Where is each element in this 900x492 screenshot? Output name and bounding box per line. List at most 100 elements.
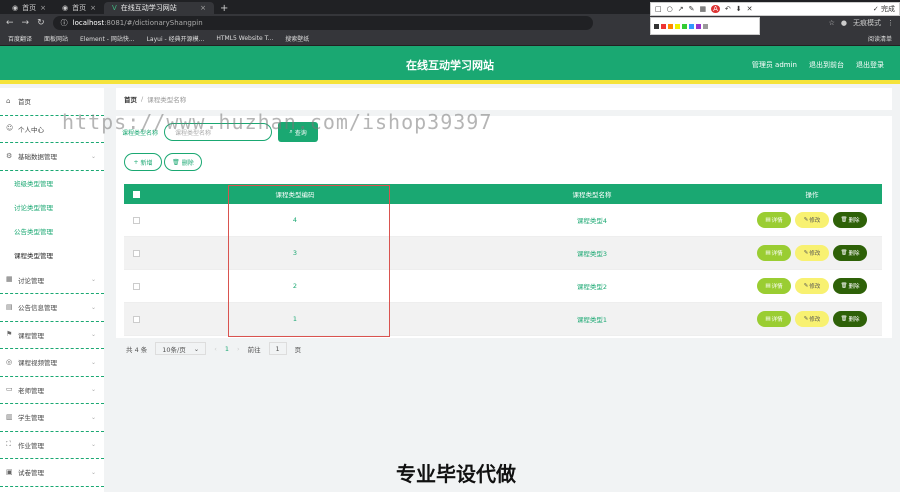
home-icon: ⌂ [6, 96, 11, 105]
page-suffix: 页 [294, 345, 302, 354]
browser-tab[interactable]: ◉ 首页 × [54, 2, 104, 14]
detail-button[interactable]: ▤ 详情 [757, 212, 791, 228]
back-icon[interactable]: ← [6, 18, 14, 28]
detail-icon: ▤ [765, 316, 771, 322]
sidebar-item[interactable]: 讨论类型管理 [0, 195, 104, 219]
color-swatch[interactable] [682, 23, 687, 29]
bookmark-item[interactable]: 百度翻译 [8, 34, 32, 43]
profile-icon[interactable]: ● [841, 19, 847, 27]
color-swatch[interactable] [696, 23, 701, 29]
batch-delete-button[interactable]: 🗑 删除 [164, 153, 202, 171]
chevron-down-icon: ⌄ [90, 413, 96, 421]
reload-icon[interactable]: ↻ [37, 18, 45, 28]
bookmark-item[interactable]: 搜索壁纸 [285, 34, 309, 43]
url-field[interactable]: ⓘ localhost:8081/#/dictionaryShangpin [52, 16, 593, 30]
sidebar-item[interactable]: ▥ 学生管理 ⌄ [0, 404, 104, 432]
main-content: 首页 / 课程类型名称 课程类型名称 课程类型名称 ⌕ 查询 + 新增 🗑 删除 课程… [116, 88, 892, 355]
row-checkbox[interactable] [124, 249, 148, 257]
reading-list[interactable]: 阅读清单 [868, 34, 892, 43]
mosaic-tool-icon[interactable]: ▦ [699, 5, 706, 13]
text-tool-icon[interactable]: A [711, 5, 720, 13]
close-icon[interactable]: × [40, 4, 46, 12]
sidebar-item[interactable]: ▦ 讨论管理 ⌄ [0, 267, 104, 294]
col-header-name[interactable]: 课程类型名称 [442, 189, 742, 199]
delete-button[interactable]: 🗑 删除 [833, 311, 867, 327]
sidebar-item[interactable]: 班级类型管理 [0, 171, 104, 195]
edit-icon: ✎ [803, 283, 809, 289]
cell-name: 课程类型3 [576, 250, 608, 258]
row-checkbox[interactable] [124, 315, 148, 323]
sidebar-item-label: 讨论管理 [18, 276, 44, 285]
sidebar-item[interactable]: ◎ 课程视频管理 ⌄ [0, 349, 104, 377]
chevron-down-icon: ⌄ [90, 152, 96, 160]
prev-page-icon[interactable]: ‹ [214, 345, 217, 353]
bookmark-item[interactable]: Layui - 经典开源模... [147, 34, 205, 43]
select-all-checkbox[interactable] [124, 190, 148, 198]
forward-icon[interactable]: → [22, 18, 30, 28]
sidebar-item-label: 课程类型管理 [14, 251, 53, 260]
close-icon[interactable]: × [200, 4, 206, 12]
sidebar-item[interactable]: 公告类型管理 [0, 219, 104, 243]
add-button[interactable]: + 新增 [124, 153, 162, 171]
next-page-icon[interactable]: › [237, 345, 240, 353]
star-icon[interactable]: ☆ [829, 19, 835, 27]
sidebar-item-label: 首页 [18, 98, 31, 107]
front-link[interactable]: 退出到前台 [809, 60, 844, 70]
color-swatch[interactable] [703, 23, 708, 29]
color-swatch[interactable] [661, 23, 666, 29]
finish-button[interactable]: ✓ 完成 [873, 4, 895, 14]
delete-button[interactable]: 🗑 删除 [833, 212, 867, 228]
sidebar-item[interactable]: ▤ 公告信息管理 ⌄ [0, 294, 104, 322]
row-checkbox[interactable] [124, 282, 148, 290]
new-tab-button[interactable]: + [214, 2, 234, 14]
color-swatch[interactable] [654, 23, 659, 29]
page-size-select[interactable]: 10条/页 ⌄ [155, 342, 207, 355]
card-icon: ▭ [6, 385, 13, 394]
sidebar-item[interactable]: ⛶ 作业管理 ⌄ [0, 432, 104, 459]
bookmark-item[interactable]: Element - 网站快... [80, 34, 135, 43]
goto-input[interactable]: 1 [268, 342, 287, 355]
breadcrumb-home[interactable]: 首页 [124, 94, 137, 104]
rect-tool-icon[interactable]: □ [655, 5, 662, 13]
close-icon[interactable]: × [90, 4, 96, 12]
edit-button[interactable]: ✎ 修改 [795, 212, 829, 228]
pagination: 共 4 条 10条/页 ⌄ ‹ 1 › 前往 1 页 [126, 342, 301, 355]
paper-icon: ▣ [6, 467, 13, 476]
detail-button[interactable]: ▤ 详情 [757, 278, 791, 294]
pen-tool-icon[interactable]: ✎ [689, 5, 695, 13]
cancel-icon[interactable]: ✕ [747, 5, 753, 13]
undo-icon[interactable]: ↶ [725, 5, 731, 13]
doc-icon: ▤ [6, 302, 13, 311]
browser-tab-active[interactable]: V 在线互动学习网站 × [103, 2, 214, 14]
menu-icon[interactable]: ⋮ [887, 19, 894, 27]
trash-icon: 🗑 [172, 158, 180, 166]
trash-icon: 🗑 [840, 217, 848, 223]
color-swatch[interactable] [689, 23, 694, 29]
edit-button[interactable]: ✎ 修改 [795, 311, 829, 327]
save-icon[interactable]: ⬇ [736, 5, 742, 13]
delete-button[interactable]: 🗑 删除 [833, 278, 867, 294]
current-page[interactable]: 1 [225, 345, 229, 353]
browser-tab[interactable]: ◉ 首页 × [4, 2, 54, 14]
color-swatch[interactable] [668, 23, 673, 29]
bookmark-item[interactable]: HTML5 Website T... [216, 35, 273, 42]
edit-button[interactable]: ✎ 修改 [795, 245, 829, 261]
detail-button[interactable]: ▤ 详情 [757, 311, 791, 327]
row-checkbox[interactable] [124, 216, 148, 224]
sidebar-item[interactable]: ⚙ 基础数据管理 ⌄ [0, 143, 104, 171]
circle-tool-icon[interactable]: ○ [667, 5, 673, 13]
profile-label[interactable]: 无痕模式 [853, 18, 881, 28]
user-icon: ☺ [6, 124, 14, 133]
logout-link[interactable]: 退出登录 [856, 60, 884, 70]
color-swatch[interactable] [675, 23, 680, 29]
trash-icon: 🗑 [840, 316, 848, 322]
arrow-tool-icon[interactable]: ↗ [678, 5, 684, 13]
edit-button[interactable]: ✎ 修改 [795, 278, 829, 294]
bookmark-item[interactable]: 面板网站 [44, 34, 68, 43]
detail-button[interactable]: ▤ 详情 [757, 245, 791, 261]
sidebar-item[interactable]: 课程类型管理 [0, 243, 104, 267]
sidebar-item[interactable]: ⚑ 课程管理 ⌄ [0, 322, 104, 349]
sidebar-item[interactable]: ▣ 试卷管理 ⌄ [0, 459, 104, 487]
delete-button[interactable]: 🗑 删除 [833, 245, 867, 261]
sidebar-item[interactable]: ▭ 老师管理 ⌄ [0, 377, 104, 404]
